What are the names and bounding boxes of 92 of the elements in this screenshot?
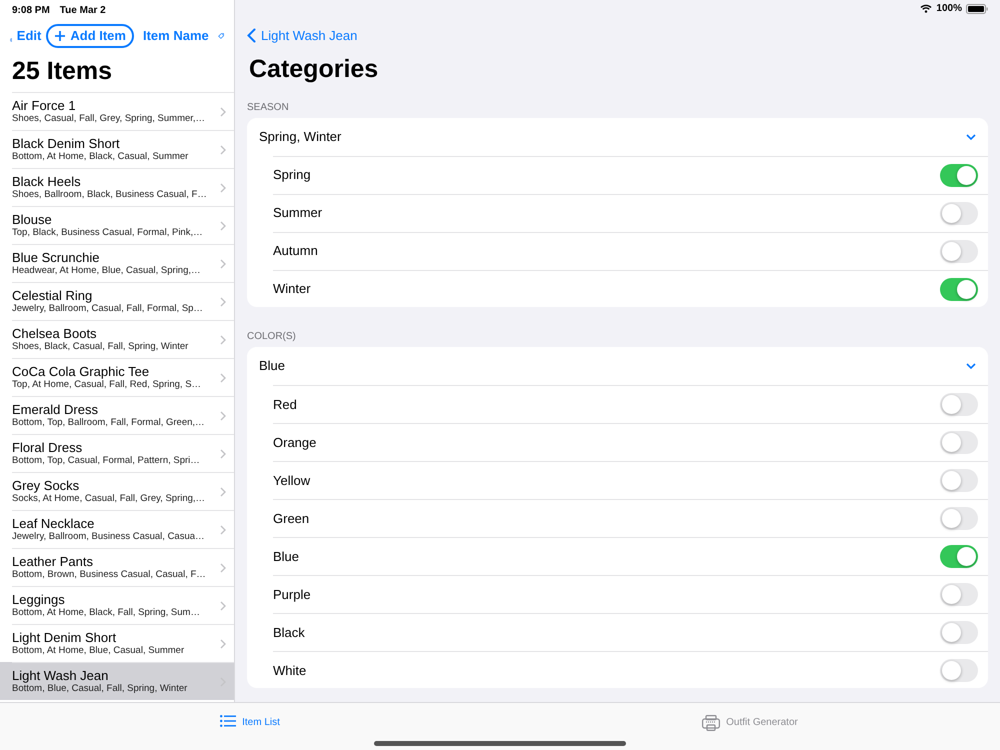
item-tags: Shoes, Black, Casual, Fall, Spring, Winter <box>12 341 220 353</box>
chevron-down-icon <box>966 134 976 140</box>
item-name: Celestial Ring <box>12 288 94 303</box>
back-button[interactable]: Light Wash Jean <box>247 18 988 54</box>
toggle-switch[interactable] <box>940 583 978 606</box>
option-label: Orange <box>273 434 316 452</box>
option-label: Black <box>273 624 305 642</box>
chevron-down-icon <box>966 363 976 370</box>
toggle-switch[interactable] <box>940 240 978 263</box>
item-name: Leggings <box>12 592 66 607</box>
toggle-switch[interactable] <box>940 431 978 454</box>
item-name: Black Denim Short <box>12 136 121 151</box>
item-tags: Headwear, At Home, Blue, Casual, Spring,… <box>12 265 220 277</box>
item-tags: Bottom, Blue, Casual, Fall, Spring, Winter <box>12 683 220 695</box>
plus-icon <box>54 30 66 42</box>
page-title: Categories <box>248 54 380 85</box>
item-name: Blue Scrunchie <box>12 250 100 265</box>
section-header: SEASON <box>247 100 290 115</box>
option-label: Autumn <box>273 242 318 260</box>
item-name: Air Force 1 <box>12 98 77 113</box>
item-name: Emerald Dress <box>12 402 99 417</box>
item-tags: Bottom, Top, Ballroom, Fall, Formal, Green,… <box>12 417 220 429</box>
item-name: Floral Dress <box>12 440 84 455</box>
option-label: Blue <box>273 548 300 566</box>
chevron-right-icon <box>220 182 226 192</box>
option-label: White <box>273 662 306 680</box>
battery-icon <box>966 4 988 14</box>
battery-percent: 100% <box>936 2 962 16</box>
item-tags: Shoes, Casual, Fall, Grey, Spring, Summer,… <box>12 113 220 125</box>
chevron-right-icon <box>220 486 226 496</box>
option-label: Purple <box>273 586 311 604</box>
chevron-right-icon <box>220 562 226 572</box>
list-icon <box>220 715 236 727</box>
option-label: Spring <box>273 166 311 184</box>
item-name: Black Heels <box>12 174 82 189</box>
chevron-right-icon <box>220 220 226 230</box>
option-label: Winter <box>273 280 311 298</box>
status-time: 9:08 PM <box>12 4 50 18</box>
add-item-button[interactable]: Add Item <box>46 24 134 48</box>
item-tags: Top, At Home, Casual, Fall, Red, Spring, S… <box>12 379 220 391</box>
item-name: Leaf Necklace <box>12 516 96 531</box>
item-name: Chelsea Boots <box>12 326 98 341</box>
chevron-right-icon <box>220 144 226 154</box>
toggle-switch[interactable] <box>940 202 978 225</box>
toggle-switch[interactable] <box>940 393 978 416</box>
chevron-right-icon <box>220 372 226 382</box>
item-name: Leather Pants <box>12 554 94 569</box>
printer-icon <box>702 715 720 731</box>
wifi-icon <box>920 4 932 14</box>
sort-button[interactable]: Item Name <box>142 26 209 46</box>
item-tags: Bottom, At Home, Black, Casual, Summer <box>12 151 220 163</box>
chevron-right-icon <box>220 296 226 306</box>
item-name: Blouse <box>12 212 53 227</box>
toggle-switch[interactable] <box>940 621 978 644</box>
toggle-switch[interactable] <box>940 278 978 301</box>
list-title: 25 Items <box>11 56 114 87</box>
item-tags: Bottom, At Home, Black, Fall, Spring, Sum… <box>12 607 220 619</box>
item-tags: Jewelry, Ballroom, Casual, Fall, Formal, Sp… <box>12 303 220 315</box>
chevron-right-icon <box>220 448 226 458</box>
option-label: Summer <box>273 204 322 222</box>
item-tags: Bottom, At Home, Blue, Casual, Summer <box>12 645 220 657</box>
section-header: COLOR(S) <box>247 330 297 344</box>
chevron-left-icon <box>247 28 256 44</box>
chevron-right-icon <box>220 106 226 116</box>
item-row[interactable]: Light Wash Jean Bottom, Blue, Casual, Fall, Spring, Winter <box>0 662 234 700</box>
toggle-switch[interactable] <box>940 164 978 187</box>
item-tags: Top, Black, Business Casual, Formal, Pink,… <box>12 227 220 239</box>
item-tags: Socks, At Home, Casual, Fall, Grey, Spring,… <box>12 493 220 505</box>
option-label: Green <box>273 510 310 528</box>
toggle-switch[interactable] <box>940 507 978 530</box>
edit-button[interactable]: Edit <box>16 26 42 46</box>
item-tags: Shoes, Ballroom, Black, Business Casual, F… <box>12 189 220 201</box>
option-label: Yellow <box>273 472 310 490</box>
item-tags: Bottom, Brown, Business Casual, Casual, F… <box>12 569 220 581</box>
chevron-right-icon <box>220 334 226 344</box>
item-name: Light Wash Jean <box>12 668 110 683</box>
toggle-switch[interactable] <box>940 659 978 682</box>
option-label: Red <box>273 396 297 414</box>
chevron-right-icon <box>220 638 226 648</box>
item-name: Light Denim Short <box>12 630 118 645</box>
status-date: Tue Mar 2 <box>60 4 106 18</box>
item-tags: Jewelry, Ballroom, Business Casual, Casua… <box>12 531 220 543</box>
toggle-switch[interactable] <box>940 469 978 492</box>
chevron-right-icon <box>220 524 226 534</box>
toggle-switch[interactable] <box>940 545 978 568</box>
item-name: CoCa Cola Graphic Tee <box>12 364 150 379</box>
item-tags: Bottom, Top, Casual, Formal, Pattern, Spri… <box>12 455 220 467</box>
tab-button[interactable]: Item List <box>0 703 500 750</box>
chevron-right-icon <box>220 258 226 268</box>
chevron-right-icon <box>220 410 226 420</box>
item-name: Grey Socks <box>12 478 80 493</box>
chevron-right-icon <box>220 600 226 610</box>
